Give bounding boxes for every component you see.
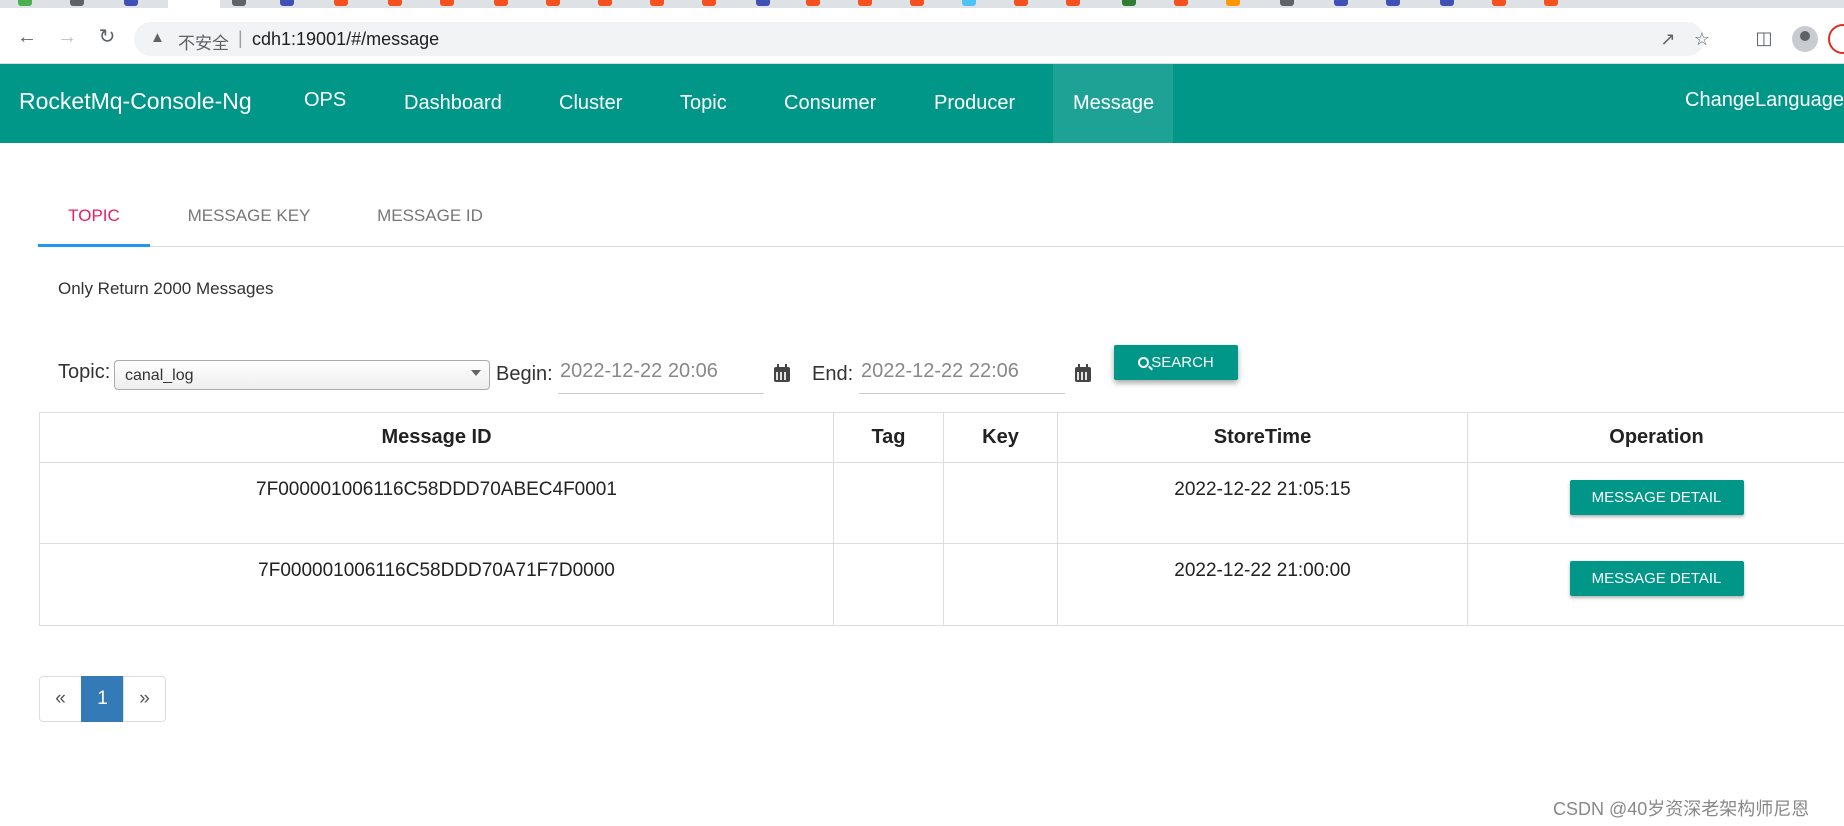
insecure-label[interactable]: 不安全 (178, 29, 229, 54)
app-navbar: RocketMq-Console-Ng OPS Dashboard Cluste… (0, 64, 1844, 143)
browser-tab-favicon[interactable] (858, 0, 872, 6)
end-label: End: (812, 363, 854, 385)
browser-tab-favicon[interactable] (1386, 0, 1400, 6)
table-header: Message ID Tag Key StoreTime Operation (40, 413, 1844, 463)
operation-cell: MESSAGE DETAIL (1468, 544, 1844, 625)
reload-icon[interactable]: ↻ (96, 26, 118, 48)
browser-tab-favicon[interactable] (440, 0, 454, 6)
browser-tab-favicon[interactable] (650, 0, 664, 6)
forward-arrow-icon[interactable]: → (56, 26, 78, 48)
result-limit-notice: Only Return 2000 Messages (58, 279, 274, 298)
tab-topic[interactable]: TOPIC (38, 190, 150, 247)
topic-select-value: canal_log (125, 367, 194, 384)
browser-tab-favicon[interactable] (756, 0, 770, 6)
key-cell (944, 463, 1058, 543)
nav-item-topic[interactable]: Topic (660, 64, 747, 143)
browser-tab-favicon[interactable] (1334, 0, 1348, 6)
column-header-message-id: Message ID (40, 413, 834, 462)
end-date-input[interactable]: 2022-12-22 22:06 (859, 356, 1065, 394)
begin-label: Begin: (496, 363, 553, 385)
browser-tab-favicon[interactable] (1174, 0, 1188, 6)
share-icon[interactable]: ↗ (1658, 29, 1678, 49)
nav-item-producer[interactable]: Producer (914, 64, 1035, 143)
pagination-page-button[interactable]: 1 (81, 676, 124, 722)
browser-tab-favicon[interactable] (1226, 0, 1240, 6)
table-row: 7F000001006116C58DDD70ABEC4F0001 2022-12… (40, 463, 1844, 544)
column-header-key: Key (944, 413, 1058, 462)
browser-tab-favicon[interactable] (910, 0, 924, 6)
browser-tab-favicon[interactable] (1544, 0, 1558, 6)
browser-tab-favicon[interactable] (962, 0, 976, 6)
nav-item-message[interactable]: Message (1053, 64, 1173, 143)
begin-date-input[interactable]: 2022-12-22 20:06 (558, 356, 764, 394)
tag-cell (834, 463, 944, 543)
browser-tab-favicon[interactable] (334, 0, 348, 6)
warning-icon[interactable]: ▲ (150, 29, 165, 46)
url-text[interactable]: cdh1:19001/#/message (252, 29, 439, 50)
chevron-down-icon (471, 370, 481, 376)
operation-cell: MESSAGE DETAIL (1468, 463, 1844, 543)
address-bar[interactable]: ▲ 不安全 | cdh1:19001/#/message ↗ ☆ (134, 22, 1710, 56)
browser-tab-favicon[interactable] (388, 0, 402, 6)
search-icon (1138, 357, 1150, 368)
browser-tab-favicon[interactable] (18, 0, 32, 6)
column-header-tag: Tag (834, 413, 944, 462)
back-arrow-icon[interactable]: ← (16, 26, 38, 48)
nav-item-ops[interactable]: OPS (284, 64, 366, 143)
bookmark-star-icon[interactable]: ☆ (1692, 29, 1712, 49)
message-id-cell: 7F000001006116C58DDD70A71F7D0000 (40, 544, 834, 625)
message-detail-button[interactable]: MESSAGE DETAIL (1569, 561, 1744, 596)
column-header-operation: Operation (1609, 426, 1704, 448)
profile-badge-icon[interactable] (1828, 24, 1844, 54)
side-panel-icon[interactable]: ◫ (1753, 27, 1775, 49)
calendar-icon[interactable] (773, 364, 791, 382)
browser-tab-active[interactable] (168, 0, 220, 8)
browser-tab-strip (0, 0, 1844, 8)
pagination-next-button[interactable]: » (123, 676, 166, 722)
tab-message-id[interactable]: MESSAGE ID (358, 190, 502, 247)
search-button-label: SEARCH (1151, 354, 1214, 371)
store-time-cell: 2022-12-22 21:00:00 (1058, 544, 1468, 625)
browser-tab-favicon[interactable] (280, 0, 294, 6)
tag-cell (834, 544, 944, 625)
table-row: 7F000001006116C58DDD70A71F7D0000 2022-12… (40, 544, 1844, 625)
message-id-cell: 7F000001006116C58DDD70ABEC4F0001 (40, 463, 834, 543)
message-table: Message ID Tag Key StoreTime Operation 7… (39, 412, 1844, 626)
browser-tab-favicon[interactable] (806, 0, 820, 6)
topic-label: Topic: (58, 361, 111, 383)
nav-item-dashboard[interactable]: Dashboard (384, 64, 522, 143)
profile-avatar-icon[interactable] (1792, 26, 1818, 52)
brand-title[interactable]: RocketMq-Console-Ng (19, 88, 252, 115)
query-tabs: TOPIC MESSAGE KEY MESSAGE ID (38, 190, 1844, 247)
pagination-prev-button[interactable]: « (39, 676, 82, 722)
browser-tab-favicon[interactable] (598, 0, 612, 6)
calendar-icon[interactable] (1074, 364, 1092, 382)
browser-tab-favicon[interactable] (494, 0, 508, 6)
browser-tab-favicon[interactable] (124, 0, 138, 6)
browser-tab-favicon[interactable] (1066, 0, 1080, 6)
tab-message-key[interactable]: MESSAGE KEY (172, 190, 326, 247)
watermark-text: CSDN @40岁资深老架构师尼恩 (1553, 799, 1810, 819)
column-header-store-time: StoreTime (1058, 413, 1468, 462)
browser-tab-favicon[interactable] (70, 0, 84, 6)
store-time-cell: 2022-12-22 21:05:15 (1058, 463, 1468, 543)
topic-select[interactable]: canal_log (114, 360, 490, 390)
browser-tab-favicon[interactable] (1014, 0, 1028, 6)
browser-tab-favicon[interactable] (232, 0, 246, 6)
browser-tab-favicon[interactable] (1440, 0, 1454, 6)
browser-toolbar: ← → ↻ ▲ 不安全 | cdh1:19001/#/message ↗ ☆ ◫ (0, 8, 1844, 64)
nav-item-consumer[interactable]: Consumer (764, 64, 896, 143)
browser-tab-favicon[interactable] (1122, 0, 1136, 6)
browser-tab-favicon[interactable] (1492, 0, 1506, 6)
change-language-link[interactable]: ChangeLanguage (1685, 64, 1844, 143)
search-button[interactable]: SEARCH (1114, 345, 1238, 380)
browser-tab-favicon[interactable] (546, 0, 560, 6)
browser-tab-favicon[interactable] (1280, 0, 1294, 6)
nav-item-cluster[interactable]: Cluster (539, 64, 642, 143)
browser-tab-favicon[interactable] (702, 0, 716, 6)
address-separator: | (238, 28, 243, 48)
message-detail-button[interactable]: MESSAGE DETAIL (1569, 480, 1744, 515)
key-cell (944, 544, 1058, 625)
